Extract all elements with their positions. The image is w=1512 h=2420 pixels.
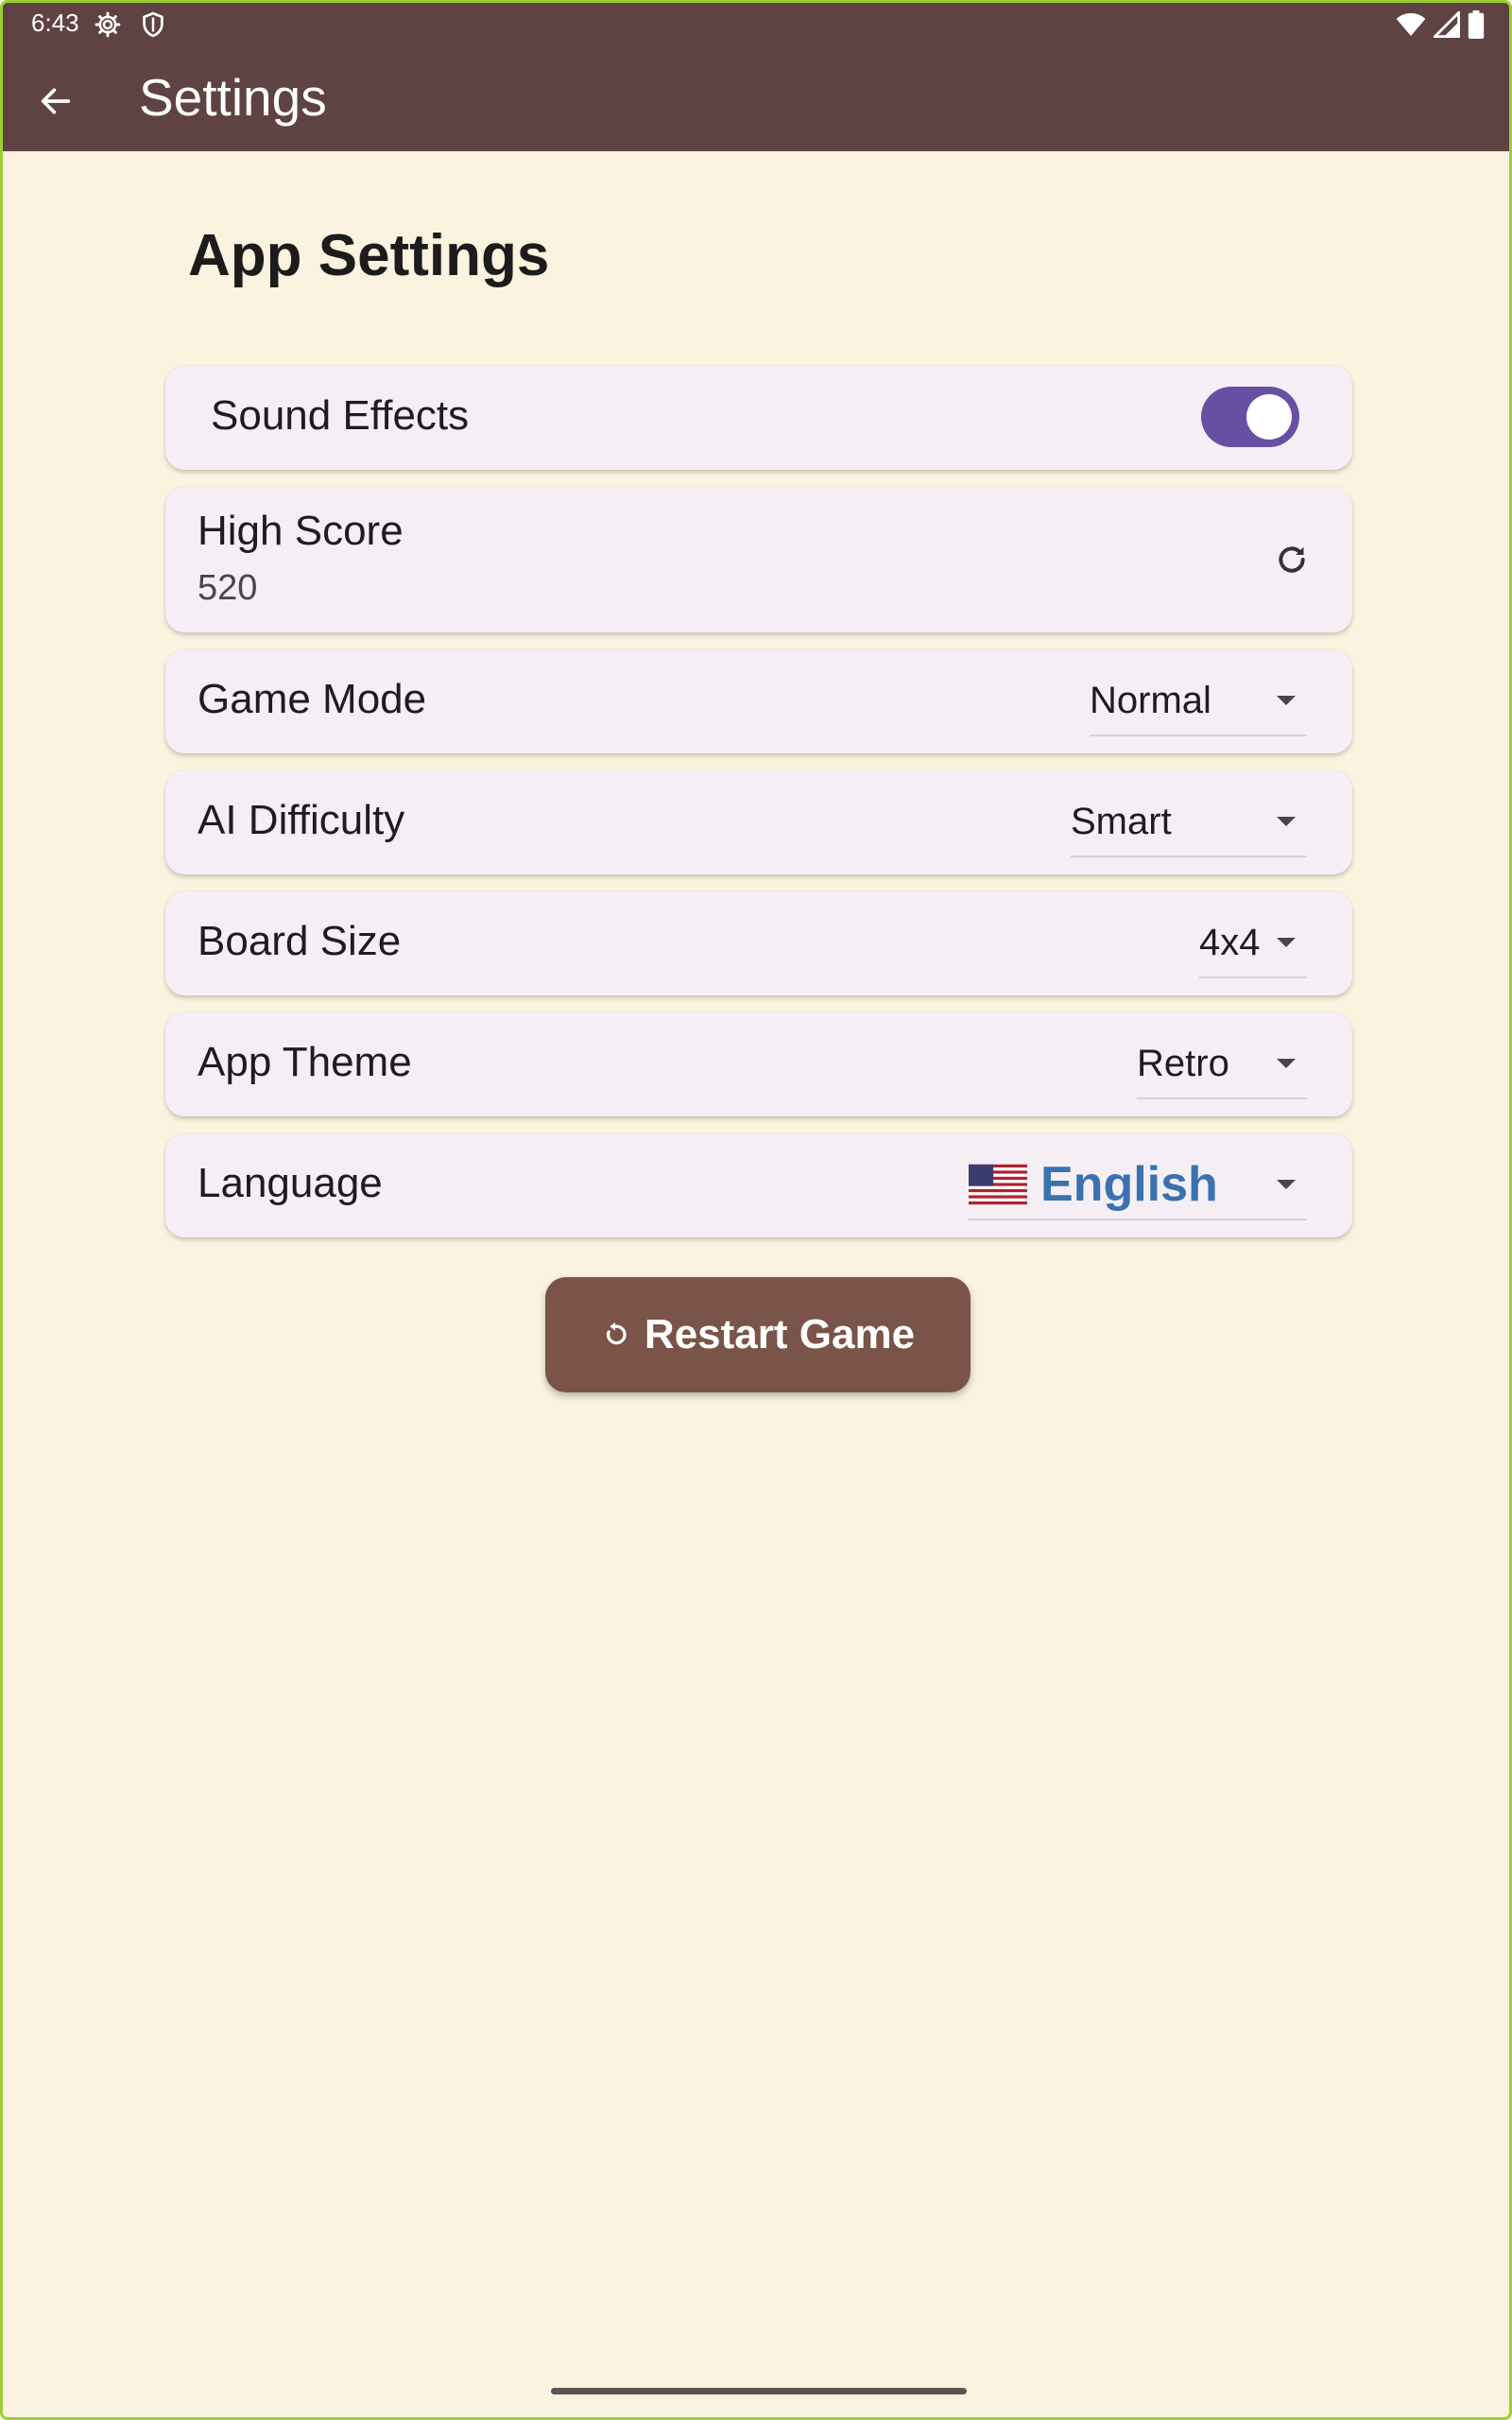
wifi-icon [1396,13,1426,36]
board-size-card: Board Size 4x4 [165,891,1352,995]
restart-game-label: Restart Game [644,1311,916,1357]
arrow-back-icon [41,88,71,114]
app-bar: Settings [3,50,1509,149]
device-screen: 6:43 Settings App Settings Sound Effects… [0,0,1512,2420]
app-theme-dropdown[interactable]: Retro [1137,1029,1307,1099]
us-flag-icon [969,1164,1027,1205]
sound-effects-switch[interactable] [1201,387,1299,447]
board-size-dropdown[interactable]: 4x4 [1199,908,1307,978]
restart-game-button[interactable]: Restart Game [545,1277,971,1392]
game-mode-label: Game Mode [198,676,427,722]
ai-difficulty-card: AI Difficulty Smart [165,770,1352,874]
page-title: App Settings [188,223,550,288]
refresh-icon [1279,546,1305,573]
signal-icon [1434,11,1460,38]
sound-effects-card: Sound Effects [165,366,1352,470]
app-bar-title: Settings [139,68,327,127]
high-score-value: 520 [198,568,258,608]
language-label: Language [198,1160,383,1206]
switch-knob [1246,394,1292,440]
high-score-label: High Score [198,508,404,554]
restart-icon [606,1322,627,1345]
chevron-down-icon [1277,1059,1296,1068]
chevron-down-icon [1277,817,1296,826]
chevron-down-icon [1277,696,1296,705]
language-card: Language English [165,1133,1352,1237]
chevron-down-icon [1277,938,1296,947]
ai-difficulty-value: Smart [1071,800,1172,842]
shield-icon [143,11,163,38]
language-dropdown[interactable]: English [969,1150,1307,1220]
game-mode-card: Game Mode Normal [165,649,1352,753]
board-size-value: 4x4 [1199,921,1261,963]
game-mode-dropdown[interactable]: Normal [1090,666,1307,736]
board-size-label: Board Size [198,918,402,964]
sound-effects-label: Sound Effects [211,392,470,439]
app-theme-card: App Theme Retro [165,1012,1352,1116]
ai-difficulty-dropdown[interactable]: Smart [1071,787,1307,857]
ai-difficulty-label: AI Difficulty [198,797,405,843]
high-score-card: High Score 520 [165,487,1352,632]
game-mode-value: Normal [1090,679,1211,721]
battery-icon [1468,10,1485,39]
reset-high-score-button[interactable] [1262,529,1322,590]
status-right-icons [1396,10,1485,39]
app-theme-value: Retro [1137,1042,1229,1084]
home-indicator[interactable] [551,2388,967,2394]
back-button[interactable] [26,71,86,131]
status-time: 6:43 [31,9,79,37]
status-bar: 6:43 [3,3,1509,48]
chevron-down-icon [1277,1180,1296,1189]
top-app-bar: 6:43 Settings [3,3,1509,151]
language-value: English [1040,1157,1218,1212]
app-theme-label: App Theme [198,1039,412,1085]
gear-icon [94,11,121,38]
